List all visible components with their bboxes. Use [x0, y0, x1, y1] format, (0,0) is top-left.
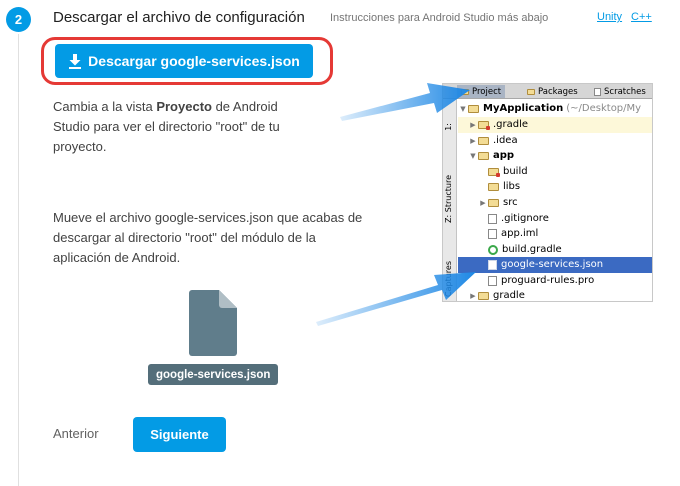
arrow-to-project-tab-icon	[340, 83, 470, 121]
callout-arrows	[316, 83, 476, 326]
arrow-to-app-folder-icon	[316, 272, 476, 326]
